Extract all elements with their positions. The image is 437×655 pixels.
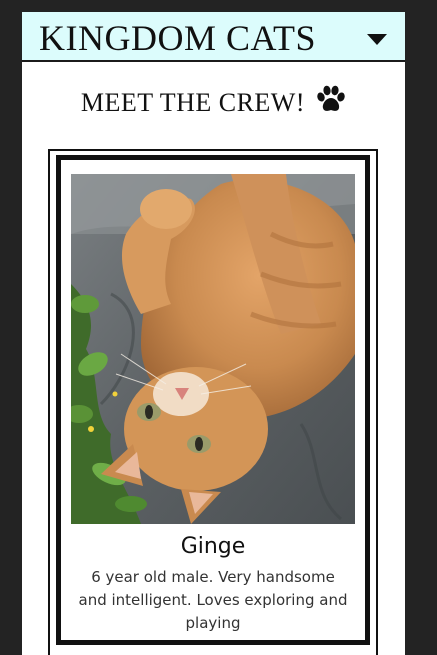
section-heading: MEET THE CREW! [80, 88, 306, 117]
menu-toggle-button[interactable] [362, 26, 392, 50]
brand-title[interactable]: KINGDOM CATS [39, 16, 316, 60]
cat-description: 6 year old male. Very handsome and intel… [78, 568, 348, 632]
cat-photo [71, 174, 355, 524]
page-content: KINGDOM CATS MEET THE CREW! Ginge 6 year… [22, 12, 405, 655]
section-heading-row: MEET THE CREW! [22, 85, 405, 120]
cat-card: Ginge 6 year old male. Very handsome and… [56, 155, 370, 645]
paw-icon [316, 85, 346, 117]
caret-down-icon [367, 34, 387, 45]
cat-name: Ginge [180, 534, 246, 559]
site-header: KINGDOM CATS [22, 12, 405, 62]
